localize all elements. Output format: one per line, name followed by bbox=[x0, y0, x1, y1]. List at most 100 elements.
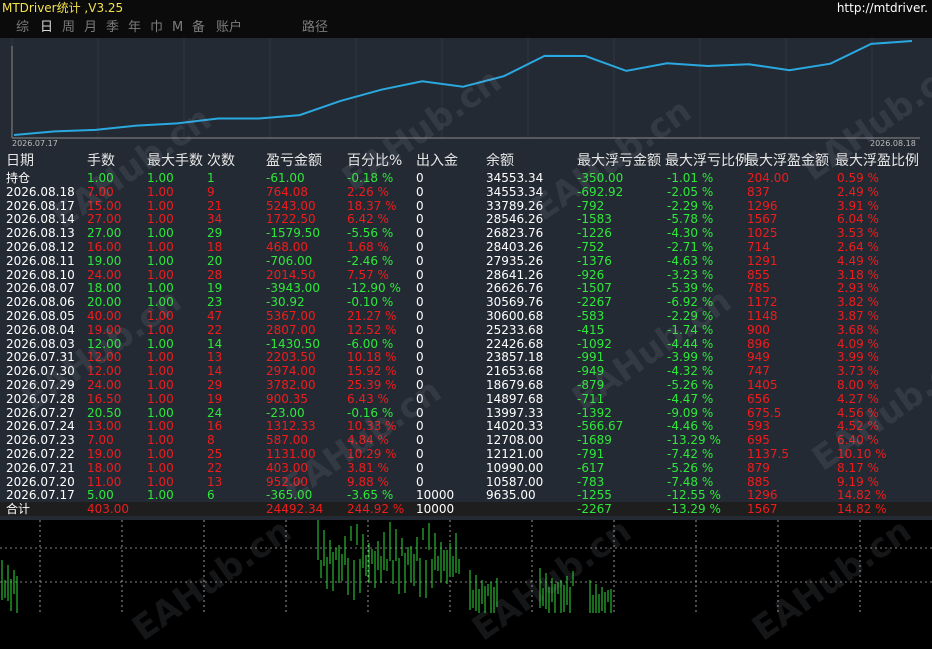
cell-0: 2026.08.07 bbox=[6, 281, 75, 296]
cell-9: -9.09 % bbox=[667, 405, 714, 420]
column-header-1[interactable]: 手数 bbox=[87, 152, 115, 170]
column-header-2[interactable]: 最大手数 bbox=[147, 152, 203, 170]
cell-8: -692.92 bbox=[577, 184, 624, 199]
cell-4: 1131.00 bbox=[266, 447, 316, 461]
cell-4: -1430.50 bbox=[266, 336, 320, 351]
tab-0[interactable]: 综 bbox=[16, 19, 29, 36]
cell-2: 1.00 bbox=[147, 336, 174, 351]
cell-10: 949 bbox=[747, 350, 770, 365]
tab-5[interactable]: 年 bbox=[128, 19, 141, 36]
url-link[interactable]: http://mtdriver. bbox=[837, 0, 928, 17]
cell-4: 2014.50 bbox=[266, 267, 316, 282]
column-header-8[interactable]: 最大浮亏金额 bbox=[577, 152, 661, 170]
table-row: 2026.07.17 5.00 1.00 6 -365.00 -3.65 % 10000 96… bbox=[0, 488, 932, 502]
cell-8: -2267 bbox=[577, 502, 612, 517]
cell-4: 403.00 bbox=[266, 460, 308, 475]
cell-9: -2.05 % bbox=[667, 184, 714, 199]
cell-4: 468.00 bbox=[266, 240, 308, 254]
cell-10: 675.5 bbox=[747, 405, 782, 420]
cell-1: 19.00 bbox=[87, 253, 122, 268]
tab-3[interactable]: 月 bbox=[84, 19, 97, 36]
column-header-6[interactable]: 出入金 bbox=[416, 152, 458, 170]
cell-3: 9 bbox=[207, 184, 215, 199]
table-row: 2026.07.22 19.00 1.00 25 1131.00 10.29 % 0 1212… bbox=[0, 447, 932, 461]
cell-1: 24.00 bbox=[87, 378, 122, 392]
cell-7: 18679.68 bbox=[486, 378, 544, 392]
cell-11: 6.40 % bbox=[837, 433, 879, 448]
tab-8[interactable]: 备 bbox=[192, 19, 205, 36]
cell-3: 19 bbox=[207, 391, 223, 406]
column-header-5[interactable]: 百分比% bbox=[347, 152, 402, 170]
cell-2: 1.00 bbox=[147, 267, 174, 282]
cell-5: 9.88 % bbox=[347, 474, 389, 489]
cell-11: 6.04 % bbox=[837, 212, 879, 227]
cell-3: 1 bbox=[207, 171, 215, 185]
cell-2: 1.00 bbox=[147, 309, 174, 323]
cell-9: -4.47 % bbox=[667, 391, 714, 406]
column-header-9[interactable]: 最大浮亏比例 bbox=[665, 152, 749, 170]
total-row: 合计 403.00 24492.34 244.92 % 10000 -2267 -13.29… bbox=[0, 502, 932, 517]
cell-5: -3.65 % bbox=[347, 488, 394, 503]
table-row: 2026.08.07 18.00 1.00 19 -3943.00 -12.90 % 0 26… bbox=[0, 281, 932, 295]
tab-2[interactable]: 周 bbox=[62, 19, 75, 36]
cell-1: 16.50 bbox=[87, 391, 122, 406]
cell-7: 28546.26 bbox=[486, 212, 544, 227]
cell-7: 9635.00 bbox=[486, 488, 536, 503]
cell-9: -13.29 % bbox=[667, 433, 721, 448]
cell-6: 0 bbox=[416, 295, 424, 310]
cell-6: 0 bbox=[416, 171, 424, 185]
cell-11: 3.68 % bbox=[837, 322, 879, 337]
column-header-4[interactable]: 盈亏金额 bbox=[266, 152, 322, 170]
table-row: 持仓 1.00 1.00 1 -61.00 -0.18 % 0 34553.34 -350.00… bbox=[0, 171, 932, 185]
cell-7: 27935.26 bbox=[486, 253, 544, 268]
tab-7[interactable]: M bbox=[172, 19, 183, 36]
column-header-3[interactable]: 次数 bbox=[207, 152, 235, 170]
cell-9: -4.32 % bbox=[667, 364, 714, 379]
cell-0: 2026.08.06 bbox=[6, 295, 75, 310]
cell-1: 20.50 bbox=[87, 405, 122, 420]
cell-10: 885 bbox=[747, 474, 770, 489]
cell-3: 34 bbox=[207, 212, 223, 227]
cell-4: -23.00 bbox=[266, 405, 305, 420]
cell-1: 12.00 bbox=[87, 336, 122, 351]
cell-6: 10000 bbox=[416, 488, 455, 503]
cell-7: 23857.18 bbox=[486, 350, 544, 365]
tab-1[interactable]: 日 bbox=[40, 19, 53, 36]
cell-10: 1148 bbox=[747, 309, 778, 323]
cell-2: 1.00 bbox=[147, 419, 174, 434]
cell-11: 4.27 % bbox=[837, 391, 879, 406]
cell-5: -0.18 % bbox=[347, 171, 394, 185]
column-header-0[interactable]: 日期 bbox=[6, 152, 34, 170]
cell-11: 14.82 % bbox=[837, 488, 887, 503]
tab-10[interactable]: 路径 bbox=[302, 19, 328, 36]
cell-3: 28 bbox=[207, 267, 223, 282]
tab-6[interactable]: 巾 bbox=[150, 19, 163, 36]
column-header-11[interactable]: 最大浮盈比例 bbox=[835, 152, 919, 170]
cell-2: 1.00 bbox=[147, 364, 174, 379]
cell-0: 2026.07.21 bbox=[6, 460, 75, 475]
cell-1: 13.00 bbox=[87, 419, 122, 434]
table-row: 2026.07.27 20.50 1.00 24 -23.00 -0.16 % 0 13997… bbox=[0, 406, 932, 420]
cell-4: 1722.50 bbox=[266, 212, 316, 227]
cell-4: 1312.33 bbox=[266, 419, 316, 434]
cell-10: 1296 bbox=[747, 488, 778, 503]
cell-3: 19 bbox=[207, 281, 223, 296]
tab-9[interactable]: 账户 bbox=[216, 19, 242, 36]
table-row: 2026.08.03 12.00 1.00 14 -1430.50 -6.00 % 0 224… bbox=[0, 337, 932, 351]
cell-3: 47 bbox=[207, 309, 223, 323]
tab-4[interactable]: 季 bbox=[106, 19, 119, 36]
cell-1: 18.00 bbox=[87, 460, 122, 475]
cell-5: -0.10 % bbox=[347, 295, 394, 310]
mtdriver-window: MTDriver统计 ,V3.25 http://mtdriver. 综日周月季… bbox=[0, 0, 932, 649]
cell-9: -6.92 % bbox=[667, 295, 714, 310]
column-header-7[interactable]: 余额 bbox=[486, 152, 514, 170]
table-row: 2026.08.18 7.00 1.00 9 764.08 2.26 % 0 34553.34… bbox=[0, 185, 932, 199]
cell-3: 6 bbox=[207, 488, 215, 503]
cell-6: 0 bbox=[416, 226, 424, 241]
cell-6: 0 bbox=[416, 184, 424, 199]
column-header-10[interactable]: 最大浮盈金额 bbox=[745, 152, 829, 170]
cell-7: 21653.68 bbox=[486, 364, 544, 379]
cell-7: 10587.00 bbox=[486, 474, 544, 489]
cell-10: 1025 bbox=[747, 226, 778, 241]
cell-1: 24.00 bbox=[87, 267, 122, 282]
